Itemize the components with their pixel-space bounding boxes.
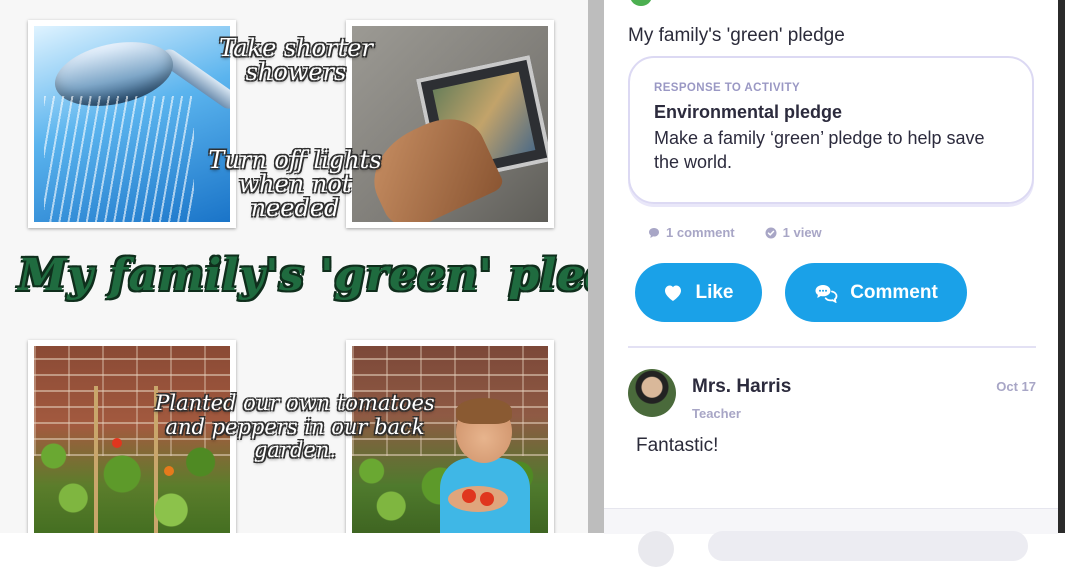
check-circle-icon xyxy=(765,227,777,238)
comment-bubble-icon xyxy=(649,227,659,238)
comment-label: Comment xyxy=(850,281,938,303)
composer-avatar xyxy=(638,531,674,567)
activity-title: Environmental pledge xyxy=(654,102,843,122)
view-count-label: 1 view xyxy=(782,225,822,240)
author-avatar xyxy=(630,0,652,6)
like-button[interactable]: Like xyxy=(635,263,762,322)
commenter-avatar xyxy=(628,369,676,417)
comment-button[interactable]: Comment xyxy=(785,263,967,322)
comment-date: Oct 17 xyxy=(996,379,1036,394)
comments-divider xyxy=(628,346,1036,348)
post-stats: 1 comment 1 view xyxy=(648,225,852,240)
activity-description: Make a family ‘green’ pledge to help sav… xyxy=(654,128,985,173)
like-label: Like xyxy=(695,281,734,303)
activity-label: RESPONSE TO ACTIVITY xyxy=(654,82,801,94)
commenter-name[interactable]: Mrs. Harris xyxy=(692,376,791,398)
heart-icon xyxy=(665,285,682,301)
comment-input[interactable] xyxy=(708,531,1028,561)
view-count: 1 view xyxy=(765,225,822,240)
comment-composer xyxy=(604,508,1058,567)
comments-icon xyxy=(815,284,838,303)
post-panel: My family's 'green' pledge RESPONSE TO A… xyxy=(604,0,1058,567)
comment-text: Fantastic! xyxy=(636,435,719,456)
comment-count[interactable]: 1 comment xyxy=(648,225,735,240)
post-image[interactable]: Take shorter showers Turn off lights whe… xyxy=(0,0,588,533)
commenter-role: Teacher xyxy=(692,406,741,421)
window-edge xyxy=(1058,0,1065,533)
activity-card[interactable]: RESPONSE TO ACTIVITY Environmental pledg… xyxy=(628,56,1034,204)
caption-lights: Turn off lights when not needed xyxy=(208,146,382,222)
poster-title: My family's 'green' pledge xyxy=(18,250,588,301)
comment-count-label: 1 comment xyxy=(666,225,735,240)
panel-divider xyxy=(588,0,604,533)
caption-showers: Take shorter showers xyxy=(219,34,373,86)
caption-garden: Planted our own tomatoes and peppers in … xyxy=(155,391,435,463)
post-caption: My family's 'green' pledge xyxy=(628,25,845,46)
